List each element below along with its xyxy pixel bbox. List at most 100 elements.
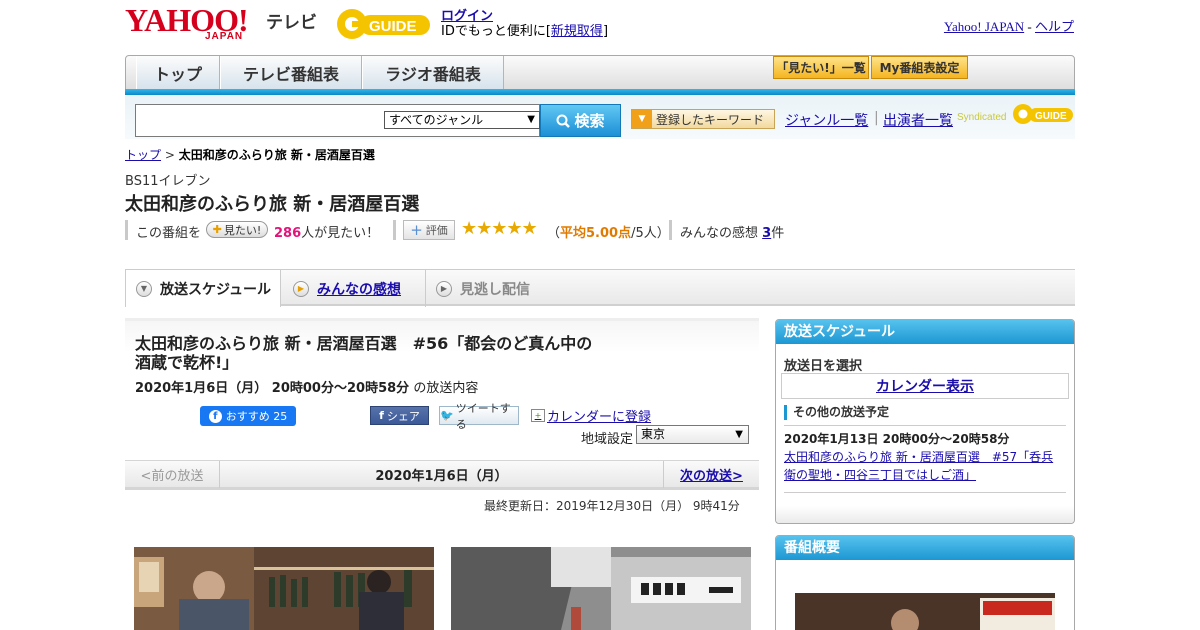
mitai-button-label: 見たい! xyxy=(223,223,262,237)
my-schedule-button[interactable]: My番組表設定 xyxy=(871,56,968,79)
other-broadcasts-heading: その他の放送予定 xyxy=(784,405,889,420)
breadcrumb-top-link[interactable]: トップ xyxy=(125,148,161,162)
area-setting-label: 地域設定 xyxy=(581,432,634,447)
chevron-down-icon: ▼ xyxy=(136,280,152,297)
tweet-button[interactable]: 🐦 ツイートする xyxy=(439,402,519,431)
calendar-register-label: カレンダーに登録 xyxy=(547,410,652,425)
tab-missed-label: 見逃し配信 xyxy=(460,281,530,298)
mitai-count-text: 286人が見たい！ xyxy=(274,222,379,241)
search-button[interactable]: 検索 xyxy=(540,104,621,137)
registered-keyword-button[interactable]: ▼ 登録したキーワード xyxy=(631,109,775,129)
episode-date: 2020年1月6日（月） 20時00分～20時58分 の放送内容 xyxy=(135,377,478,396)
channel-name: BS11イレブン xyxy=(125,174,211,189)
prev-broadcast: <前の放送 xyxy=(125,461,220,488)
tab-impressions-label: みんなの感想 xyxy=(317,281,401,298)
mitai-suffix: 人が見たい！ xyxy=(301,226,380,241)
rate-button-label: 評価 xyxy=(425,224,448,237)
tweet-label: ツイートする xyxy=(455,401,511,431)
nav-tab-top[interactable]: トップ xyxy=(136,56,220,90)
mitai-list-button[interactable]: 「見たい!」一覧 xyxy=(773,56,869,79)
rating-summary: （平均5.00点/5人） xyxy=(547,222,670,241)
genre-list-link[interactable]: ジャンル一覧 xyxy=(785,110,868,130)
sidebar-schedule-heading: 放送スケジュール xyxy=(776,320,1074,344)
header-right-links: Yahoo! JAPAN - ヘルプ xyxy=(944,16,1074,35)
rating-stars: ★★★★★ xyxy=(461,218,538,239)
chevron-right-icon: ▶ xyxy=(436,280,452,297)
rating-count: /5人） xyxy=(631,226,670,241)
divider xyxy=(784,425,1066,426)
episode-date-suffix: の放送内容 xyxy=(413,381,479,396)
mitai-prefix: この番組を xyxy=(136,226,202,241)
gguide-logo-text: GUIDE xyxy=(369,18,417,35)
episode-photo-station xyxy=(451,547,751,630)
plus-icon: + xyxy=(410,221,423,239)
calendar-view-button[interactable]: カレンダー表示 xyxy=(781,373,1069,399)
select-date-label: 放送日を選択 xyxy=(784,359,863,374)
sidebar-panel-footer xyxy=(776,506,1074,523)
tab-impressions[interactable]: ▶ みんなの感想 xyxy=(293,270,401,307)
divider xyxy=(669,220,672,240)
gguide-logo[interactable]: GUIDE xyxy=(335,7,431,41)
last-updated: 最終更新日：2019年12月30日（月） 9時41分 xyxy=(484,499,740,513)
impressions-suffix: 件 xyxy=(771,226,785,241)
nav-tab-radio-schedule[interactable]: ラジオ番組表 xyxy=(362,56,504,90)
sidebar-overview-heading: 番組概要 xyxy=(776,536,1074,560)
chevron-right-icon: ▶ xyxy=(293,280,309,297)
search-button-label: 検索 xyxy=(574,112,605,130)
genre-select[interactable]: すべてのジャンル ▼ xyxy=(384,111,540,129)
other-broadcast-link[interactable]: 太田和彦のふらり旅 新・居酒屋百選 #57「呑兵衛の聖地・四谷三丁目ではしご酒」 xyxy=(784,448,1064,484)
tv-label: テレビ xyxy=(266,13,317,33)
facebook-recommend-label: おすすめ 25 xyxy=(225,410,288,423)
episode-title: 太田和彦のふらり旅 新・居酒屋百選 #56「都会のど真ん中の酒蔵で乾杯!」 xyxy=(135,334,593,372)
search-icon xyxy=(556,114,571,128)
login-desc-prefix: IDでもっと便利に[ xyxy=(441,24,551,39)
gguide-small-icon: GUIDE xyxy=(1013,104,1073,124)
divider xyxy=(125,220,128,240)
calendar-icon: + xyxy=(531,409,545,422)
breadcrumb-current: 太田和彦のふらり旅 新・居酒屋百選 xyxy=(178,148,375,162)
content-tabs: ▼ 放送スケジュール ▶ みんなの感想 ▶ 見逃し配信 xyxy=(125,269,1075,307)
mitai-button[interactable]: ✚ 見たい! xyxy=(206,221,268,238)
nav-tab-tv-schedule[interactable]: テレビ番組表 xyxy=(220,56,362,90)
impressions-summary: みんなの感想 3件 xyxy=(680,222,784,241)
area-select[interactable]: 東京 ▼ xyxy=(636,425,749,444)
broadcast-pager: <前の放送 2020年1月6日（月） 次の放送> xyxy=(125,460,759,490)
calendar-register-link[interactable]: + カレンダーに登録 xyxy=(531,406,651,425)
plus-icon: ✚ xyxy=(212,223,222,236)
genre-select-value: すべてのジャンル xyxy=(389,113,484,127)
next-broadcast-link[interactable]: 次の放送> xyxy=(663,461,759,488)
breadcrumb: トップ > 太田和彦のふらり旅 新・居酒屋百選 xyxy=(125,146,375,163)
yahoo-logo-sub: JAPAN xyxy=(205,31,244,42)
mitai-count: 286 xyxy=(274,226,302,241)
syndicated-label: Syndicated xyxy=(957,112,1007,123)
tab-schedule[interactable]: ▼ 放送スケジュール xyxy=(125,269,281,307)
other-broadcast-date: 2020年1月13日 20時00分～20時58分 xyxy=(784,432,1010,446)
tab-missed-stream[interactable]: ▶ 見逃し配信 xyxy=(425,270,530,307)
login-description: IDでもっと便利に[新規取得] xyxy=(441,20,608,39)
divider xyxy=(784,492,1066,493)
registered-keyword-label: 登録したキーワード xyxy=(656,112,765,127)
impressions-prefix: みんなの感想 xyxy=(680,226,759,241)
sidebar-schedule-panel: 放送スケジュール xyxy=(775,319,1075,524)
facebook-share-button[interactable]: f シェア xyxy=(370,406,429,425)
facebook-recommend-button[interactable]: f おすすめ 25 xyxy=(200,406,296,426)
help-link[interactable]: ヘルプ xyxy=(1035,19,1074,34)
tab-schedule-label: 放送スケジュール xyxy=(160,281,272,298)
breadcrumb-sep: > xyxy=(161,148,179,162)
yahoo-japan-logo[interactable]: YAHOO! JAPAN xyxy=(125,4,261,42)
page-title: 太田和彦のふらり旅 新・居酒屋百選 xyxy=(125,194,420,215)
gguide-small-text: GUIDE xyxy=(1035,111,1067,122)
divider xyxy=(393,220,396,240)
chevron-down-icon: ▼ xyxy=(527,114,535,125)
impressions-count-link[interactable]: 3 xyxy=(762,226,771,241)
signup-link[interactable]: 新規取得 xyxy=(551,24,603,39)
current-broadcast-date: 2020年1月6日（月） xyxy=(375,469,508,484)
twitter-bird-icon: 🐦 xyxy=(440,409,454,422)
episode-date-time: 2020年1月6日（月） 20時00分～20時58分 xyxy=(135,381,410,396)
link-separator: | xyxy=(874,110,879,126)
yahoo-japan-link[interactable]: Yahoo! JAPAN xyxy=(944,19,1024,34)
cast-list-link[interactable]: 出演者一覧 xyxy=(883,110,953,130)
dropdown-triangle-icon: ▼ xyxy=(632,110,652,128)
rate-button[interactable]: + 評価 xyxy=(403,220,455,240)
facebook-icon: f xyxy=(379,409,384,422)
